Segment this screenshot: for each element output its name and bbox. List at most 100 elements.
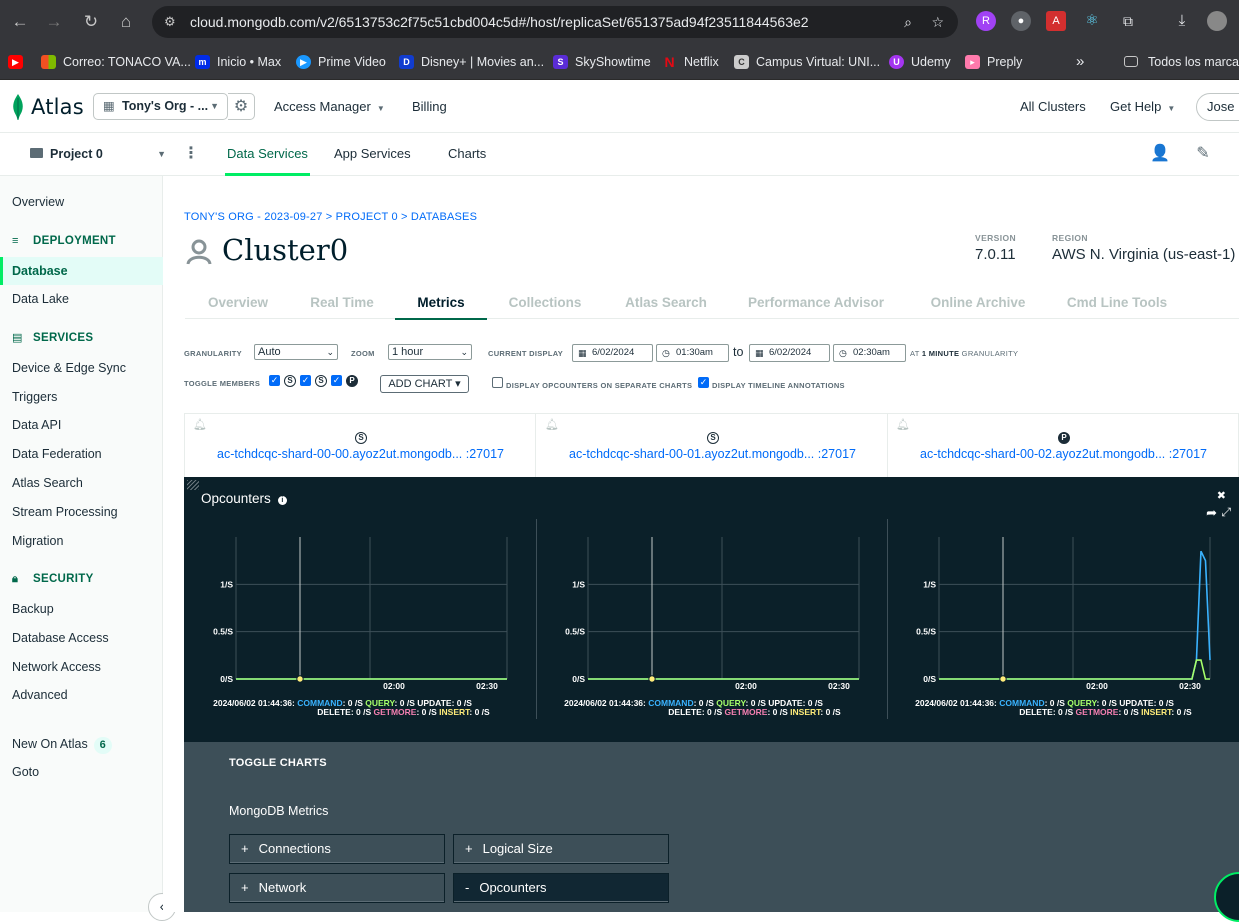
tab-metrics[interactable]: Metrics — [395, 286, 487, 320]
tab-cmd-line-tools[interactable]: Cmd Line Tools — [1061, 286, 1173, 319]
bell-icon[interactable]: 🔔︎ — [193, 418, 207, 431]
address-bar[interactable]: ⚙ cloud.mongodb.com/v2/6513753c2f75c51cb… — [152, 6, 958, 38]
separate-charts-checkbox[interactable] — [492, 377, 503, 388]
sidebar-item-data-api[interactable]: Data API — [0, 411, 163, 439]
pdf-extension-icon[interactable]: A — [1046, 11, 1066, 31]
end-date-value: 6/02/2024 — [769, 347, 812, 358]
info-icon[interactable]: i — [277, 496, 287, 505]
reload-icon[interactable]: ↻ — [79, 10, 103, 34]
sidebar-item-migration[interactable]: Migration — [0, 527, 163, 555]
extension-icon[interactable]: ● — [1011, 11, 1031, 31]
site-info-icon[interactable]: ⚙ — [164, 6, 176, 38]
toggle-network-button[interactable]: + Network — [229, 873, 445, 903]
profile-avatar-icon[interactable] — [1207, 11, 1227, 31]
bookmark-youtube[interactable]: ▶ — [8, 52, 26, 72]
tab-collections[interactable]: Collections — [503, 286, 587, 319]
member-checkbox-1[interactable]: ✓ — [269, 375, 280, 386]
bookmark-correo[interactable]: Correo: TONACO VA... — [41, 52, 191, 72]
sidebar-item-backup[interactable]: Backup — [0, 595, 163, 623]
all-clusters-link[interactable]: All Clusters — [1020, 80, 1086, 133]
timeline-annotations-checkbox[interactable]: ✓ — [698, 377, 709, 388]
sidebar-item-network-access[interactable]: Network Access — [0, 653, 163, 681]
bookmark-udemy[interactable]: U Udemy — [889, 52, 951, 72]
bookmark-all-folder[interactable]: Todos los marcad — [1124, 52, 1239, 72]
tab-app-services[interactable]: App Services — [334, 133, 411, 175]
sidebar-item-atlas-search[interactable]: Atlas Search — [0, 469, 163, 497]
sidebar-item-stream-processing[interactable]: Stream Processing — [0, 498, 163, 526]
host-link[interactable]: ac-tchdcqc-shard-00-01.ayoz2ut.mongodb..… — [537, 447, 888, 461]
bookmark-max[interactable]: m Inicio • Max — [195, 52, 281, 72]
project-more-icon[interactable]: ⋮ — [183, 133, 199, 175]
downloads-icon[interactable]: ⤓ — [1172, 11, 1192, 31]
breadcrumb[interactable]: TONY'S ORG - 2023-09-27 > PROJECT 0 > DA… — [184, 211, 477, 223]
tab-overview[interactable]: Overview — [203, 286, 273, 319]
home-icon[interactable]: ⌂ — [114, 10, 138, 34]
activity-feed-icon[interactable]: ✎ — [1193, 143, 1213, 163]
tab-real-time[interactable]: Real Time — [305, 286, 379, 319]
org-select[interactable]: ▦ Tony's Org - ... ▼ — [93, 93, 228, 120]
sidebar-item-database[interactable]: Database — [0, 257, 163, 285]
host-link[interactable]: ac-tchdcqc-shard-00-02.ayoz2ut.mongodb..… — [888, 447, 1239, 461]
sidebar-item-advanced[interactable]: Advanced — [0, 681, 163, 709]
tab-data-services[interactable]: Data Services — [225, 133, 310, 176]
bell-icon[interactable]: 🔔︎ — [545, 418, 559, 431]
zoom-select[interactable]: 1 hour ⌄ — [388, 344, 472, 360]
project-select[interactable]: Project 0 ▼ — [30, 133, 170, 175]
bookmark-disney[interactable]: D Disney+ | Movies an... — [399, 52, 544, 72]
bookmark-netflix[interactable]: N Netflix — [662, 52, 718, 72]
sidebar-item-goto[interactable]: Goto — [0, 758, 163, 786]
granularity-select[interactable]: Auto ⌄ — [254, 344, 338, 360]
org-settings-gear-icon[interactable]: ⚙ — [228, 93, 255, 120]
billing-link[interactable]: Billing — [412, 80, 447, 133]
mini-chart[interactable]: 0/S 0.5/S 1/S 02:00 02:30 — [887, 519, 1238, 719]
toggle-label: Opcounters — [479, 880, 547, 895]
prime-video-icon: ▶ — [296, 55, 311, 69]
forward-icon[interactable]: → — [42, 10, 66, 34]
browser-toolbar: ← → ↻ ⌂ ⚙ cloud.mongodb.com/v2/6513753c2… — [0, 0, 1239, 44]
member-checkbox-2[interactable]: ✓ — [300, 375, 311, 386]
toggle-logical-size-button[interactable]: + Logical Size — [453, 834, 669, 864]
drag-handle-icon[interactable] — [187, 480, 199, 490]
get-help-menu[interactable]: Get Help ▼ — [1110, 80, 1175, 133]
end-date-input[interactable]: ▦ 6/02/2024 — [749, 344, 830, 362]
start-date-input[interactable]: ▦ 6/02/2024 — [572, 344, 653, 362]
sidebar-item-triggers[interactable]: Triggers — [0, 383, 163, 411]
back-icon[interactable]: ← — [8, 10, 32, 34]
toggle-opcounters-button[interactable]: - Opcounters — [453, 873, 669, 903]
toggle-connections-button[interactable]: + Connections — [229, 834, 445, 864]
mini-chart[interactable]: 0/S 0.5/S 1/S 02:00 02:30 — [536, 519, 887, 719]
bookmark-star-icon[interactable]: ☆ — [931, 6, 944, 38]
zoom-icon[interactable]: ⌕ — [904, 6, 912, 38]
bookmarks-overflow[interactable]: » — [1076, 52, 1084, 72]
add-chart-button[interactable]: ADD CHART ▾ — [380, 375, 469, 393]
bookmark-campus[interactable]: C Campus Virtual: UNI... — [734, 52, 880, 72]
mini-chart[interactable]: 0/S 0.5/S 1/S 02:00 02:30 — [184, 519, 535, 719]
extension-icon[interactable]: R — [976, 11, 996, 31]
close-chart-icon[interactable]: ✖ — [1217, 489, 1226, 502]
sidebar-item-overview[interactable]: Overview — [0, 188, 163, 216]
tab-online-archive[interactable]: Online Archive — [923, 286, 1033, 319]
sidebar-item-new-on-atlas[interactable]: New On Atlas 6 — [0, 730, 163, 758]
bookmark-skyshowtime[interactable]: S SkyShowtime — [553, 52, 651, 72]
extensions-puzzle-icon[interactable]: ⧉ — [1118, 11, 1138, 31]
bookmark-preply[interactable]: ▸ Preply — [965, 52, 1022, 72]
member-checkbox-3[interactable]: ✓ — [331, 375, 342, 386]
bookmark-prime-video[interactable]: ▶ Prime Video — [296, 52, 386, 72]
sidebar-item-data-lake[interactable]: Data Lake — [0, 285, 163, 313]
user-menu[interactable]: Jose — [1196, 93, 1239, 121]
cluster-tabs: Overview Real Time Metrics Collections A… — [185, 286, 1239, 320]
host-link[interactable]: ac-tchdcqc-shard-00-00.ayoz2ut.mongodb..… — [185, 447, 536, 461]
access-manager-menu[interactable]: Access Manager ▼ — [274, 80, 385, 133]
sidebar-item-device-sync[interactable]: Device & Edge Sync — [0, 354, 163, 382]
start-time-input[interactable]: ◷ 01:30am — [656, 344, 729, 362]
invite-user-icon[interactable]: 👤 — [1150, 143, 1170, 163]
bell-icon[interactable]: 🔔︎ — [896, 418, 910, 431]
sidebar-item-data-federation[interactable]: Data Federation — [0, 440, 163, 468]
tab-atlas-search[interactable]: Atlas Search — [617, 286, 715, 319]
tab-charts[interactable]: Charts — [448, 133, 486, 175]
tab-performance-advisor[interactable]: Performance Advisor — [745, 286, 887, 319]
sidebar-item-database-access[interactable]: Database Access — [0, 624, 163, 652]
react-devtools-icon[interactable]: ⚛ — [1082, 11, 1102, 31]
end-time-input[interactable]: ◷ 02:30am — [833, 344, 906, 362]
expand-icon[interactable]: ⤢ — [1221, 505, 1231, 520]
